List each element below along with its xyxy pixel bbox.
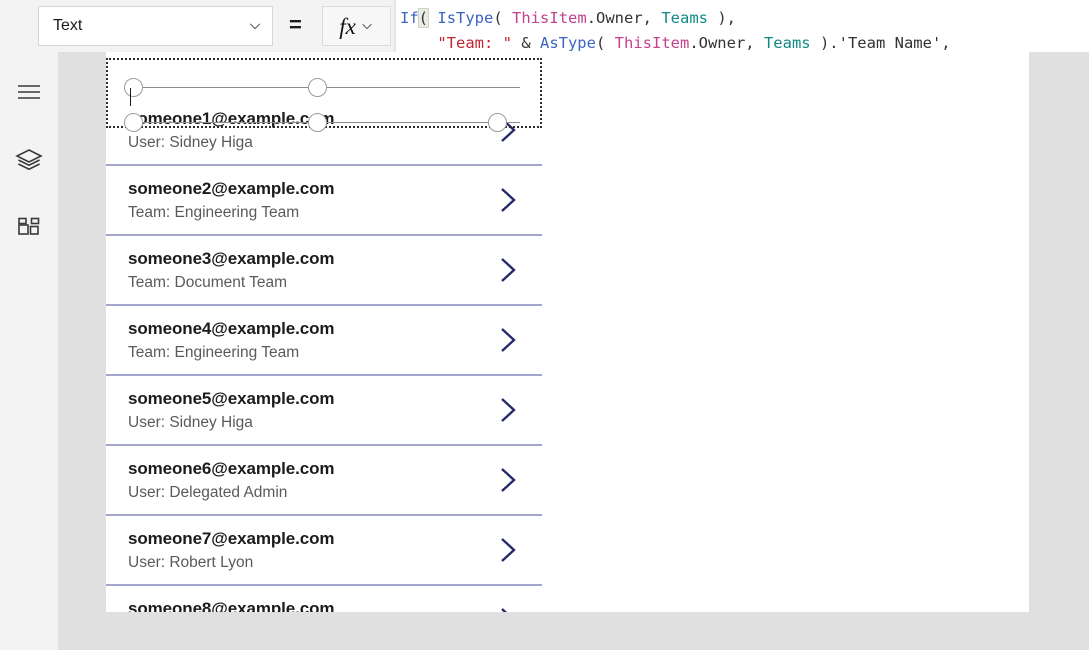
- chevron-right-icon[interactable]: [496, 536, 520, 564]
- gallery-item-subtitle: User: Sidney Higa: [128, 134, 253, 151]
- formula-token: If: [400, 9, 419, 27]
- gallery-item[interactable]: someone5@example.com User: Sidney Higa: [106, 376, 542, 446]
- fx-button[interactable]: fx: [322, 6, 391, 46]
- formula-token: Teams: [763, 34, 811, 52]
- formula-token: [400, 34, 437, 52]
- formula-token: ).'Team Name',: [810, 34, 951, 52]
- chevron-right-icon[interactable]: [496, 186, 520, 214]
- gallery-item-subtitle: Team: Engineering Team: [128, 344, 300, 361]
- formula-token: &: [511, 34, 540, 52]
- hamburger-menu-icon: [18, 85, 40, 99]
- formula-token: [428, 9, 437, 27]
- sidebar-item-insert[interactable]: [0, 198, 58, 258]
- resize-handle-left-bottom[interactable]: [124, 113, 143, 132]
- gallery-item-subtitle: Team: Engineering Team: [128, 204, 300, 221]
- chevron-right-icon[interactable]: [496, 256, 520, 284]
- resize-handle-center-top[interactable]: [308, 78, 327, 97]
- gallery-item-title: someone1@example.com: [128, 109, 335, 128]
- workspace: someone1@example.com User: Sidney Higa som…: [58, 52, 1089, 650]
- gallery-item[interactable]: someone1@example.com User: Sidney Higa: [106, 58, 542, 166]
- gallery-item-title: someone2@example.com: [128, 179, 335, 198]
- gallery-item[interactable]: someone6@example.com User: Delegated Admi…: [106, 446, 542, 516]
- formula-token: Teams: [661, 9, 709, 27]
- gallery-item-title: someone4@example.com: [128, 319, 335, 338]
- gallery-item-title: someone6@example.com: [128, 459, 335, 478]
- formula-token: ThisItem: [614, 34, 690, 52]
- gallery-item-subtitle: User: Delegated Admin: [128, 484, 288, 501]
- gallery-item-subtitle: Team: Document Team: [128, 274, 288, 291]
- formula-token: "Team: ": [437, 34, 512, 52]
- formula-token: (: [493, 9, 513, 27]
- resize-handle-center-bottom[interactable]: [308, 113, 327, 132]
- formula-token: (: [595, 34, 615, 52]
- gallery-item-subtitle: User: Sidney Higa: [128, 414, 253, 431]
- property-select-value: Text: [53, 17, 83, 34]
- resize-handle-right-bottom[interactable]: [488, 113, 507, 132]
- sidebar-item-tree-view[interactable]: [0, 130, 58, 190]
- gallery-item-title: someone3@example.com: [128, 249, 335, 268]
- gallery-item-subtitle: User: Robert Lyon: [128, 554, 254, 571]
- gallery-item-title: someone7@example.com: [128, 529, 335, 548]
- formula-token: ThisItem: [512, 9, 587, 27]
- chevron-down-icon: [362, 23, 372, 30]
- formula-token: (: [417, 8, 430, 28]
- gallery-item-title: someone5@example.com: [128, 389, 335, 408]
- sidebar-item-menu[interactable]: [0, 62, 58, 122]
- gallery-item[interactable]: someone7@example.com User: Robert Lyon: [106, 516, 542, 586]
- chevron-right-icon[interactable]: [496, 396, 520, 424]
- layers-icon: [15, 149, 43, 171]
- left-rail: [0, 52, 58, 650]
- formula-token: AsType: [539, 34, 596, 52]
- app-canvas: someone1@example.com User: Sidney Higa som…: [106, 52, 1029, 612]
- equals-sign: =: [289, 12, 302, 37]
- formula-line: If( IsType( ThisItem.Owner, Teams ),: [400, 6, 1089, 31]
- resize-handle-left-top[interactable]: [124, 78, 143, 97]
- components-grid-icon: [18, 217, 40, 235]
- fx-label: fx: [339, 13, 356, 39]
- formula-token: .Owner,: [586, 9, 662, 27]
- formula-token: IsType: [437, 9, 494, 27]
- gallery-item[interactable]: someone3@example.com Team: Document Team: [106, 236, 542, 306]
- formula-token: .Owner,: [689, 34, 764, 52]
- formula-token: ),: [708, 9, 737, 27]
- power-apps-studio: Text = fx If( IsType( ThisItem.Owner, Te…: [0, 0, 1089, 650]
- property-select[interactable]: Text: [38, 6, 273, 46]
- gallery-item[interactable]: someone8@example.com: [106, 586, 542, 612]
- chevron-right-icon[interactable]: [496, 466, 520, 494]
- chevron-right-icon[interactable]: [496, 606, 520, 612]
- gallery-control[interactable]: someone1@example.com User: Sidney Higa som…: [106, 58, 542, 612]
- gallery-item[interactable]: someone4@example.com Team: Engineering Te…: [106, 306, 542, 376]
- gallery-item-title: someone8@example.com: [128, 599, 335, 612]
- gallery-item[interactable]: someone2@example.com Team: Engineering Te…: [106, 166, 542, 236]
- chevron-down-icon: [249, 23, 261, 30]
- chevron-right-icon[interactable]: [496, 326, 520, 354]
